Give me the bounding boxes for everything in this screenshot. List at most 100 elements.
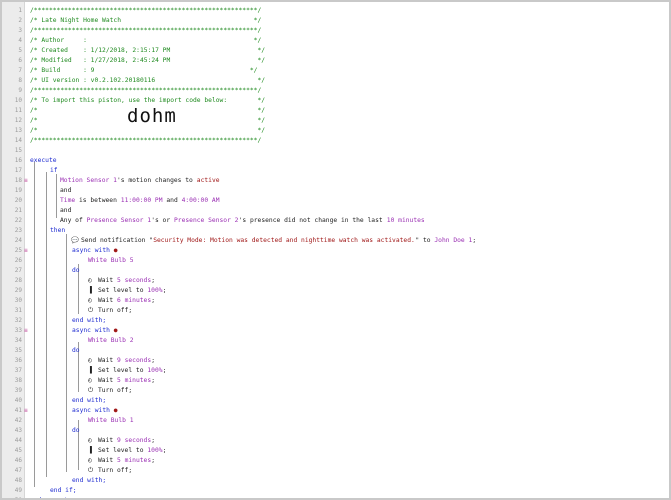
line-number: 1 bbox=[18, 7, 22, 14]
level-value: 100% bbox=[147, 367, 163, 374]
wait-duration: 6 minutes bbox=[117, 297, 152, 304]
line-number: 11 bbox=[14, 107, 22, 114]
code-line: 47 ⏻ Turn off; bbox=[2, 466, 669, 476]
code-line: 4 /* Author : */ bbox=[2, 36, 669, 46]
code-line: 37 ▐ Set level to 100%; bbox=[2, 366, 669, 376]
async-with-keyword: async with bbox=[72, 407, 110, 414]
author-field: /* Author : */ bbox=[30, 37, 262, 44]
piston-title: /* Late Night Home Watch */ bbox=[30, 17, 262, 24]
line-number: 3 bbox=[18, 27, 22, 34]
signal-level-icon: ▐ bbox=[88, 447, 92, 454]
code-line: 33 async with ● bbox=[2, 326, 669, 336]
line-number: 9 bbox=[18, 87, 22, 94]
device-white-bulb[interactable]: White Bulb 2 bbox=[88, 336, 134, 346]
code-line: 2 /* Late Night Home Watch */ bbox=[2, 16, 669, 26]
turn-off-text: Turn off; bbox=[98, 467, 133, 474]
fold-marker-icon[interactable]: ≡ bbox=[24, 246, 28, 256]
end-if-keyword: end if; bbox=[50, 487, 77, 494]
notification-text: " to bbox=[415, 237, 435, 244]
semicolon: ; bbox=[151, 297, 155, 304]
signal-level-icon: ▐ bbox=[88, 367, 92, 374]
code-line: 11/* */ bbox=[2, 106, 669, 116]
import-code: dohm bbox=[127, 105, 177, 127]
comment-blank: /* */ bbox=[30, 127, 266, 134]
line-number: 46 bbox=[14, 457, 22, 464]
device-white-bulb[interactable]: White Bulb 1 bbox=[88, 416, 134, 426]
code-line: 1 /**************************************… bbox=[2, 6, 669, 16]
line-number: 30 bbox=[14, 297, 22, 304]
wait-text: Wait bbox=[98, 377, 117, 384]
code-line: 42 White Bulb 1 bbox=[2, 416, 669, 426]
device-presence-sensor-1[interactable]: Presence Sensor 1 bbox=[87, 216, 151, 226]
fold-marker-icon[interactable]: ≡ bbox=[24, 406, 28, 416]
line-number: 28 bbox=[14, 277, 22, 284]
clock-icon: ◴ bbox=[88, 297, 92, 304]
code-line: 41 async with ● bbox=[2, 406, 669, 416]
device-presence-sensor-2[interactable]: Presence Sensor 2 bbox=[174, 216, 238, 226]
line-number: 12 bbox=[14, 117, 22, 124]
and-operator: and bbox=[60, 187, 72, 194]
code-line: 36 ◴ Wait 9 seconds; bbox=[2, 356, 669, 366]
fold-marker-icon[interactable]: ≡ bbox=[24, 176, 28, 186]
comment-border: /***************************************… bbox=[30, 27, 262, 34]
line-number: 34 bbox=[14, 337, 22, 344]
device-white-bulb[interactable]: White Bulb 5 bbox=[88, 256, 134, 266]
turn-off-text: Turn off; bbox=[98, 387, 133, 394]
line-number: 6 bbox=[18, 57, 22, 64]
code-line: 12/* */ bbox=[2, 116, 669, 126]
time-from-value: 11:00:00 PM bbox=[120, 197, 163, 204]
line-number: 21 bbox=[14, 207, 22, 214]
do-keyword: do bbox=[72, 347, 80, 354]
code-line: 14 /*************************************… bbox=[2, 136, 669, 146]
code-line: 21 and bbox=[2, 206, 669, 216]
ui-version-field: /* UI version : v0.2.102.20180116 */ bbox=[30, 77, 266, 84]
line-number: 5 bbox=[18, 47, 22, 54]
clock-icon: ◴ bbox=[88, 357, 92, 364]
wait-duration: 9 seconds bbox=[117, 437, 152, 444]
wait-duration: 5 minutes bbox=[117, 377, 152, 384]
device-status-icon: ● bbox=[113, 327, 118, 334]
wait-text: Wait bbox=[98, 437, 117, 444]
signal-level-icon: ▐ bbox=[88, 287, 92, 294]
code-line: 49 end if; bbox=[2, 486, 669, 496]
line-number: 35 bbox=[14, 347, 22, 354]
set-level-text: Set level to bbox=[98, 287, 148, 294]
clock-icon: ◴ bbox=[88, 437, 92, 444]
end-with-keyword: end with; bbox=[72, 397, 107, 404]
semicolon: ; bbox=[151, 377, 155, 384]
condition-text: 's presence did not change in the last bbox=[238, 217, 387, 224]
line-number: 49 bbox=[14, 487, 22, 494]
line-number: 27 bbox=[14, 267, 22, 274]
code-line: 7 /* Build : 9 */ bbox=[2, 66, 669, 76]
line-number: 31 bbox=[14, 307, 22, 314]
level-value: 100% bbox=[147, 447, 163, 454]
line-number: 42 bbox=[14, 417, 22, 424]
line-number: 17 bbox=[14, 167, 22, 174]
line-number: 4 bbox=[18, 37, 22, 44]
code-line: 50 end execute; bbox=[2, 496, 669, 498]
clock-icon: ◴ bbox=[88, 377, 92, 384]
notification-recipient[interactable]: John Doe 1 bbox=[434, 236, 472, 246]
turn-off-text: Turn off; bbox=[98, 307, 133, 314]
wait-duration: 5 seconds bbox=[117, 277, 152, 284]
code-line: 48 end with; bbox=[2, 476, 669, 486]
async-with-keyword: async with bbox=[72, 247, 110, 254]
set-level-text: Set level to bbox=[98, 447, 148, 454]
code-line: 39 ⏻ Turn off; bbox=[2, 386, 669, 396]
fold-marker-icon[interactable]: ≡ bbox=[24, 326, 28, 336]
line-number: 24 bbox=[14, 237, 22, 244]
build-field: /* Build : 9 */ bbox=[30, 67, 258, 74]
code-line: 43 do bbox=[2, 426, 669, 436]
wait-text: Wait bbox=[98, 457, 117, 464]
code-line: 27 do bbox=[2, 266, 669, 276]
end-execute-keyword: end execute; bbox=[30, 496, 76, 498]
code-line: 18 Motion Sensor 1's motion changes to ac… bbox=[2, 176, 669, 186]
line-number: 32 bbox=[14, 317, 22, 324]
device-motion-sensor-1[interactable]: Motion Sensor 1 bbox=[60, 176, 117, 186]
device-time[interactable]: Time bbox=[60, 196, 75, 206]
set-level-text: Set level to bbox=[98, 367, 148, 374]
modified-field: /* Modified : 1/27/2018, 2:45:24 PM */ bbox=[30, 57, 266, 64]
created-field: /* Created : 1/12/2018, 2:15:17 PM */ bbox=[30, 47, 266, 54]
condition-value: active bbox=[196, 177, 220, 184]
code-line: 19 and bbox=[2, 186, 669, 196]
